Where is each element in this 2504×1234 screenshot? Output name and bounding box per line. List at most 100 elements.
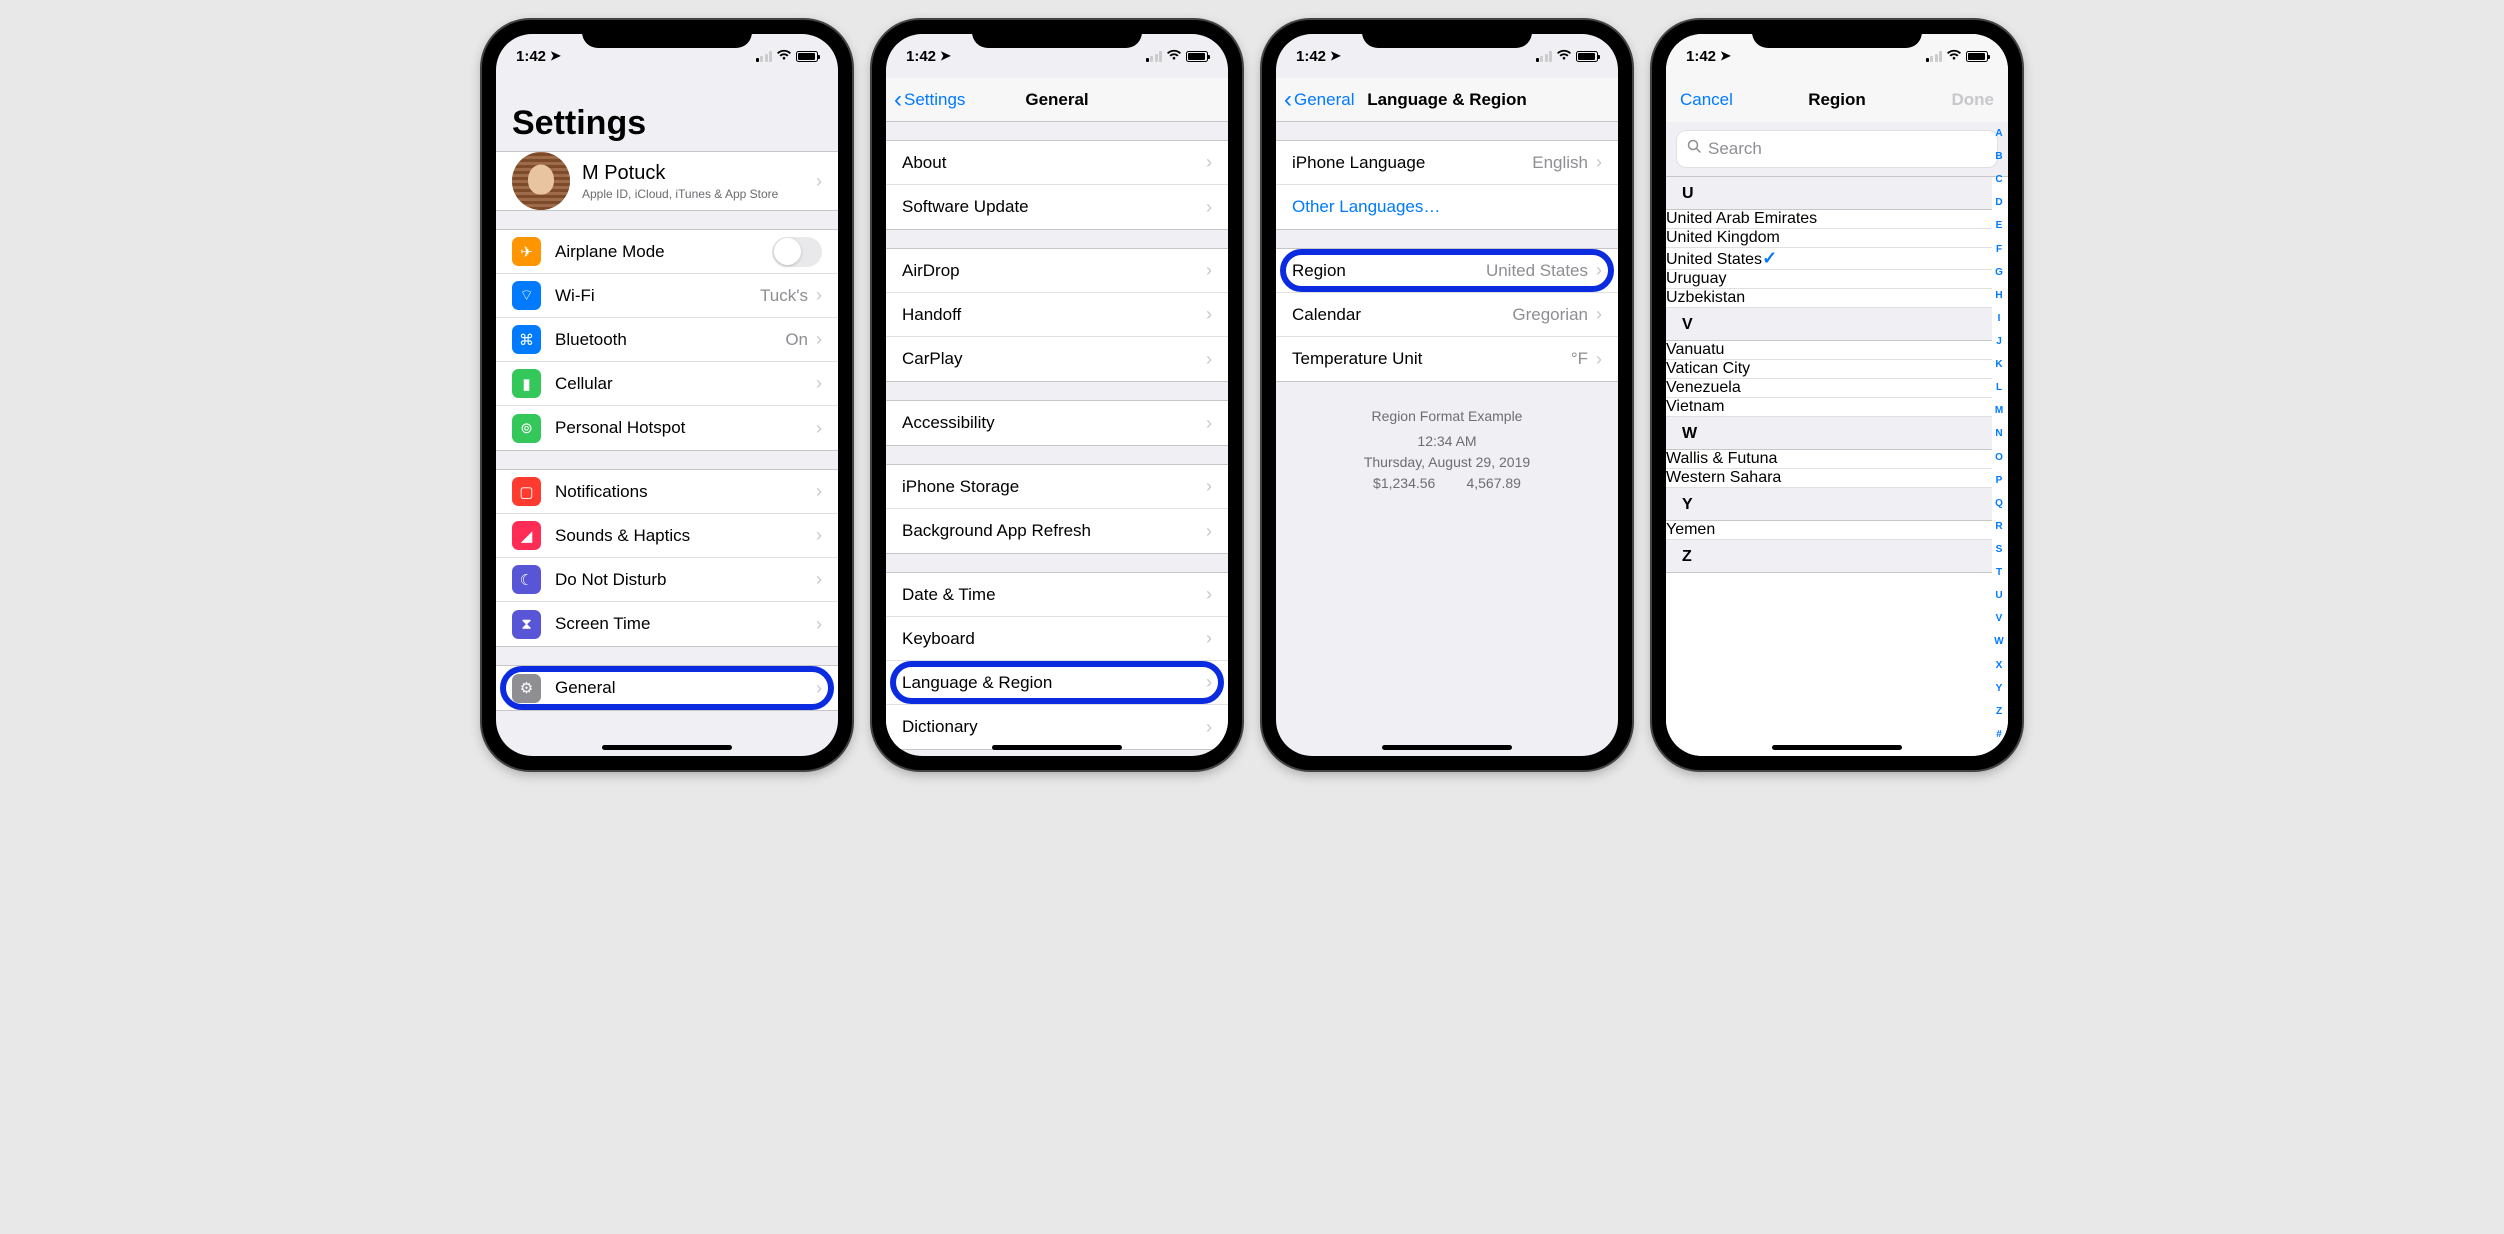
- region-row[interactable]: United States✓: [1666, 248, 1992, 270]
- region-row[interactable]: Venezuela: [1666, 379, 1992, 398]
- region-row[interactable]: Vanuatu: [1666, 341, 1992, 360]
- index-letter[interactable]: E: [1996, 220, 2003, 231]
- index-letter[interactable]: Z: [1996, 706, 2002, 717]
- index-letter[interactable]: R: [1995, 521, 2002, 532]
- home-indicator[interactable]: [1382, 745, 1512, 750]
- settings-row[interactable]: ⊚Personal Hotspot›: [496, 406, 838, 450]
- region-row[interactable]: Vatican City: [1666, 360, 1992, 379]
- region-row[interactable]: Western Sahara: [1666, 469, 1992, 488]
- region-row[interactable]: Wallis & Futuna: [1666, 450, 1992, 469]
- index-letter[interactable]: W: [1994, 636, 2003, 647]
- index-letter[interactable]: F: [1996, 244, 2002, 255]
- settings-row[interactable]: Background App Refresh›: [886, 509, 1228, 553]
- row-label: Handoff: [902, 305, 1206, 325]
- row-label: Calendar: [1292, 305, 1512, 325]
- settings-row[interactable]: Other Languages…: [1276, 185, 1618, 229]
- index-letter[interactable]: S: [1996, 544, 2003, 555]
- home-indicator[interactable]: [602, 745, 732, 750]
- notch: [582, 20, 752, 48]
- done-button[interactable]: Done: [1952, 90, 1995, 110]
- section-header: V: [1666, 308, 1992, 341]
- settings-row[interactable]: CalendarGregorian›: [1276, 293, 1618, 337]
- index-letter[interactable]: C: [1995, 174, 2002, 185]
- row-label: Airplane Mode: [555, 242, 772, 262]
- index-letter[interactable]: L: [1996, 382, 2002, 393]
- apple-id-row[interactable]: M Potuck Apple ID, iCloud, iTunes & App …: [496, 152, 838, 210]
- phone-frame-language-region: 1:42➤ ‹General Language & Region iPhone …: [1262, 20, 1632, 770]
- settings-row[interactable]: Keyboard›: [886, 617, 1228, 661]
- chevron-right-icon: ›: [1206, 717, 1212, 738]
- settings-row[interactable]: ⧗Screen Time›: [496, 602, 838, 646]
- content-area: iPhone LanguageEnglish›Other Languages… …: [1276, 122, 1618, 756]
- region-row[interactable]: Yemen: [1666, 521, 1992, 540]
- back-button[interactable]: ‹Settings: [894, 88, 965, 112]
- settings-row[interactable]: Accessibility›: [886, 401, 1228, 445]
- index-letter[interactable]: G: [1995, 267, 2003, 278]
- chevron-right-icon: ›: [816, 329, 822, 350]
- chevron-right-icon: ›: [816, 373, 822, 394]
- index-letter[interactable]: #: [1996, 729, 2002, 740]
- index-letter[interactable]: I: [1998, 313, 2001, 324]
- settings-row[interactable]: ⌔Wi-FiTuck's›: [496, 274, 838, 318]
- section-header: Y: [1666, 488, 1992, 521]
- index-letter[interactable]: H: [1995, 290, 2002, 301]
- index-letter[interactable]: U: [1995, 590, 2002, 601]
- home-indicator[interactable]: [992, 745, 1122, 750]
- region-row[interactable]: Uzbekistan: [1666, 289, 1992, 308]
- battery-icon: [1576, 51, 1598, 62]
- region-row[interactable]: Vietnam: [1666, 398, 1992, 417]
- chevron-left-icon: ‹: [894, 88, 902, 112]
- index-letter[interactable]: N: [1995, 428, 2002, 439]
- index-letter[interactable]: D: [1995, 197, 2002, 208]
- toggle-switch[interactable]: [772, 237, 822, 267]
- settings-row[interactable]: ⚙General›: [496, 666, 838, 710]
- back-button[interactable]: ‹General: [1284, 88, 1354, 112]
- settings-row[interactable]: ☾Do Not Disturb›: [496, 558, 838, 602]
- index-letter[interactable]: J: [1996, 336, 2002, 347]
- settings-row[interactable]: Dictionary›: [886, 705, 1228, 749]
- index-letter[interactable]: A: [1995, 128, 2002, 139]
- row-label: Wi-Fi: [555, 286, 760, 306]
- settings-row[interactable]: ▮Cellular›: [496, 362, 838, 406]
- index-letter[interactable]: V: [1996, 613, 2003, 624]
- index-letter[interactable]: X: [1996, 660, 2003, 671]
- settings-row[interactable]: Date & Time›: [886, 573, 1228, 617]
- section-index[interactable]: A B C D E F G H I J K L M N O P Q R S T U V W X Y Z #: [1992, 122, 2006, 746]
- home-indicator[interactable]: [1772, 745, 1902, 750]
- settings-row[interactable]: iPhone LanguageEnglish›: [1276, 141, 1618, 185]
- settings-row[interactable]: CarPlay›: [886, 337, 1228, 381]
- settings-row[interactable]: Handoff›: [886, 293, 1228, 337]
- search-input[interactable]: Search: [1676, 130, 1998, 168]
- settings-row[interactable]: ◢Sounds & Haptics›: [496, 514, 838, 558]
- settings-row[interactable]: RegionUnited States›: [1276, 249, 1618, 293]
- example-time: 12:34 AM: [1292, 431, 1602, 452]
- settings-row[interactable]: About›: [886, 141, 1228, 185]
- cancel-button[interactable]: Cancel: [1680, 90, 1733, 110]
- settings-row[interactable]: iPhone Storage›: [886, 465, 1228, 509]
- index-letter[interactable]: T: [1996, 567, 2002, 578]
- index-letter[interactable]: K: [1995, 359, 2002, 370]
- settings-row[interactable]: Language & Region›: [886, 661, 1228, 705]
- settings-row[interactable]: Temperature Unit°F›: [1276, 337, 1618, 381]
- index-letter[interactable]: B: [1995, 151, 2002, 162]
- region-row[interactable]: Uruguay: [1666, 270, 1992, 289]
- settings-row[interactable]: Software Update›: [886, 185, 1228, 229]
- region-row[interactable]: United Kingdom: [1666, 229, 1992, 248]
- notch: [1362, 20, 1532, 48]
- index-letter[interactable]: Q: [1995, 498, 2003, 509]
- back-label: Settings: [904, 90, 965, 110]
- settings-row[interactable]: ⌘BluetoothOn›: [496, 318, 838, 362]
- settings-row[interactable]: AirDrop›: [886, 249, 1228, 293]
- index-letter[interactable]: O: [1995, 452, 2003, 463]
- region-row[interactable]: United Arab Emirates: [1666, 210, 1992, 229]
- index-letter[interactable]: Y: [1996, 683, 2003, 694]
- region-label: Venezuela: [1666, 379, 1741, 396]
- notifications-icon: ▢: [512, 477, 541, 506]
- settings-row[interactable]: ✈Airplane Mode: [496, 230, 838, 274]
- settings-row[interactable]: ▢Notifications›: [496, 470, 838, 514]
- row-label: Bluetooth: [555, 330, 785, 350]
- chevron-right-icon: ›: [816, 678, 822, 699]
- index-letter[interactable]: M: [1995, 405, 2003, 416]
- index-letter[interactable]: P: [1996, 475, 2003, 486]
- cellular-signal-icon: [756, 51, 773, 62]
